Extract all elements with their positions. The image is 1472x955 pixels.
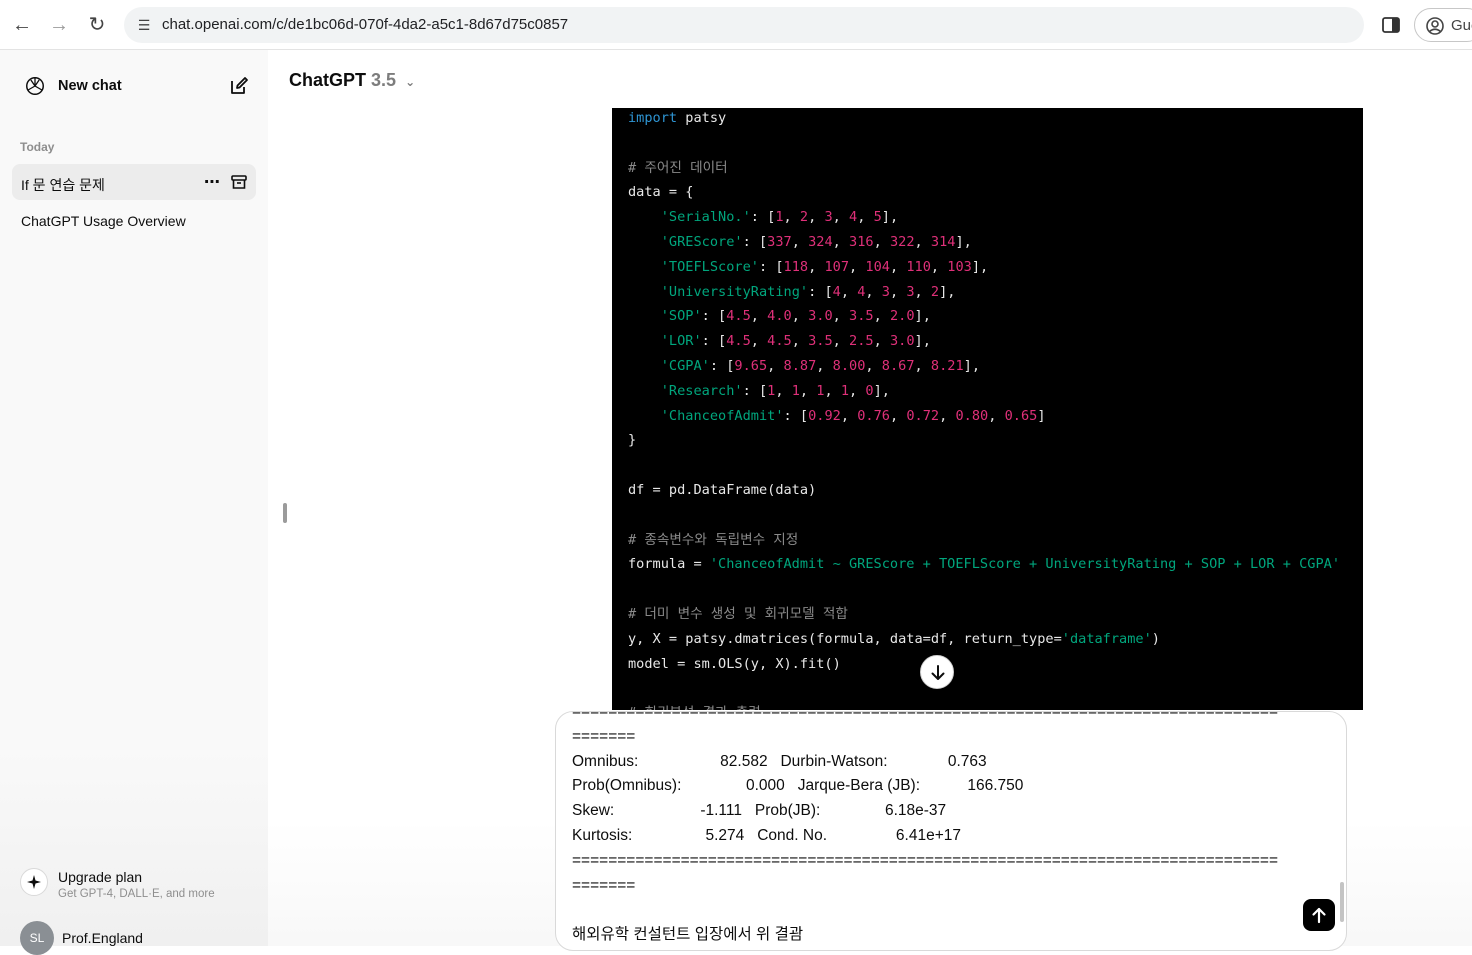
upgrade-title: Upgrade plan <box>58 869 143 885</box>
avatar: SL <box>20 921 54 955</box>
site-settings-icon[interactable]: ☰ <box>134 15 154 35</box>
sidebar: New chat Today If 문 연습 문제 ⋯ ChatGPT Usag… <box>0 50 268 955</box>
conversation-item[interactable]: ChatGPT Usage Overview <box>12 202 256 238</box>
composer-scrollbar[interactable] <box>1340 882 1344 922</box>
browser-toolbar: ← → ↻ ☰ chat.openai.com/c/de1bc06d-070f-… <box>0 0 1472 50</box>
forward-icon[interactable]: → <box>47 13 71 37</box>
model-selector[interactable]: ChatGPT 3.5 ⌄ <box>289 70 415 91</box>
sidebar-resize-handle[interactable] <box>283 503 287 523</box>
code-block: import patsy # 주어진 데이터 data = { 'SerialN… <box>612 108 1363 710</box>
sidebar-fade <box>0 750 268 946</box>
scroll-to-bottom-button[interactable] <box>920 655 954 689</box>
archive-icon[interactable] <box>230 173 248 191</box>
message-input[interactable]: ========================================… <box>572 712 1312 948</box>
side-panel-icon[interactable] <box>1380 14 1402 36</box>
more-options-icon[interactable]: ⋯ <box>204 172 221 192</box>
conversation-title: If 문 연습 문제 <box>21 177 105 193</box>
upgrade-subtitle: Get GPT-4, DALL·E, and more <box>58 888 215 900</box>
arrow-up-icon <box>1312 907 1326 924</box>
conversation-item-active[interactable]: If 문 연습 문제 ⋯ <box>12 164 256 200</box>
message-composer[interactable]: ========================================… <box>555 711 1347 951</box>
arrow-down-icon <box>931 665 945 680</box>
conversation-title: ChatGPT Usage Overview <box>21 213 186 229</box>
user-name: Prof.England <box>62 930 143 946</box>
section-heading-today: Today <box>20 140 55 154</box>
openai-logo-icon <box>26 77 44 95</box>
back-icon[interactable]: ← <box>10 13 34 37</box>
profile-button[interactable]: Gue <box>1414 8 1472 42</box>
account-icon <box>1426 17 1444 35</box>
new-chat-button[interactable]: New chat <box>12 68 256 104</box>
model-name: ChatGPT <box>289 70 367 90</box>
compose-icon[interactable] <box>228 75 250 97</box>
url-text[interactable]: chat.openai.com/c/de1bc06d-070f-4da2-a5c… <box>162 16 568 33</box>
chevron-down-icon: ⌄ <box>405 75 416 89</box>
reload-icon[interactable]: ↻ <box>85 13 109 37</box>
new-chat-label: New chat <box>58 78 122 94</box>
send-button[interactable] <box>1303 899 1335 931</box>
sparkle-icon <box>20 868 48 896</box>
code-content: import patsy # 주어진 데이터 data = { 'SerialN… <box>628 110 1341 710</box>
model-version: 3.5 <box>371 70 397 90</box>
address-bar[interactable]: ☰ chat.openai.com/c/de1bc06d-070f-4da2-a… <box>124 7 1364 43</box>
profile-label: Gue <box>1451 17 1472 34</box>
upgrade-plan-button[interactable]: Upgrade plan Get GPT-4, DALL·E, and more <box>12 858 256 906</box>
